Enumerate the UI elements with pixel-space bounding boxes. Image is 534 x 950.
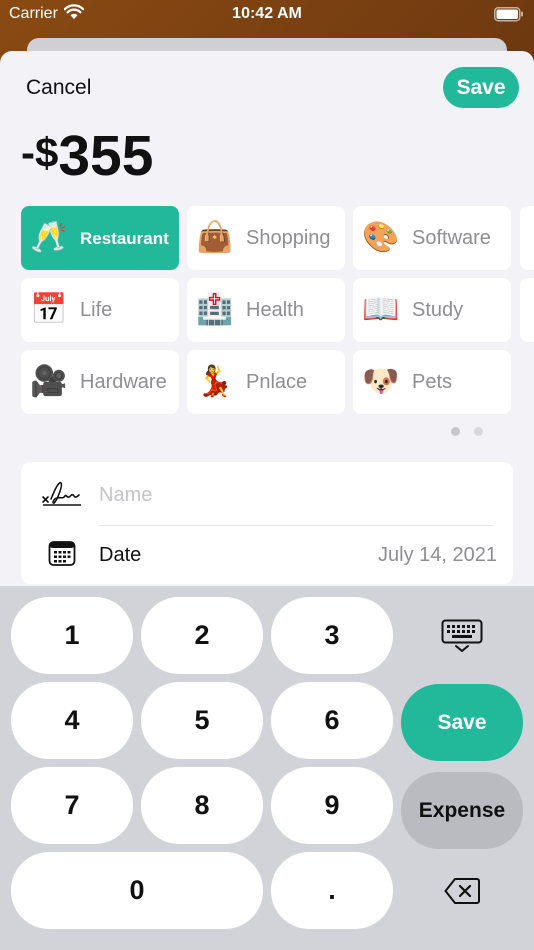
category-health[interactable]: 🏥 Health (187, 278, 345, 342)
category-software[interactable]: 🎨 Software (353, 206, 511, 270)
handbag-icon: 👜 (196, 221, 234, 254)
palette-icon: 🎨 (362, 221, 400, 254)
key-decimal[interactable]: . (271, 852, 393, 929)
book-icon: 📖 (362, 293, 400, 326)
calendar-icon: 📅 (30, 293, 68, 326)
page-dot[interactable] (451, 427, 460, 436)
key-3[interactable]: 3 (271, 597, 393, 674)
key-2[interactable]: 2 (141, 597, 263, 674)
key-4[interactable]: 4 (11, 682, 133, 759)
keyboard-dismiss-icon[interactable] (401, 597, 523, 674)
page-indicator[interactable] (451, 427, 483, 436)
category-label: Hardware (80, 370, 167, 393)
status-bar: Carrier 10:42 AM (0, 0, 534, 30)
category-shopping[interactable]: 👜 Shopping (187, 206, 345, 270)
category-label: Software (412, 226, 491, 249)
category-label: Restaurant (80, 228, 169, 248)
category-pets[interactable]: 🐶 Pets (353, 350, 511, 414)
key-7[interactable]: 7 (11, 767, 133, 844)
date-value[interactable]: July 14, 2021 (378, 544, 497, 567)
calendar-icon (48, 539, 76, 572)
category-label: Study (412, 298, 464, 321)
category-label: Pets (412, 370, 453, 393)
category-hardware[interactable]: 🎥 Hardware (21, 350, 179, 414)
key-1[interactable]: 1 (11, 597, 133, 674)
hospital-icon: 🏥 (196, 293, 234, 326)
movie-camera-icon: 🎥 (30, 365, 68, 398)
key-8[interactable]: 8 (141, 767, 263, 844)
category-pnlace[interactable]: 💃 Pnlace (187, 350, 345, 414)
key-0[interactable]: 0 (11, 852, 263, 929)
dancer-icon: 💃 (196, 365, 234, 398)
category-next-page-peek[interactable] (520, 278, 534, 342)
page-dot[interactable] (474, 427, 483, 436)
name-row (21, 464, 513, 525)
category-restaurant[interactable]: 🥂 Restaurant (21, 206, 179, 270)
category-label: Life (80, 298, 113, 321)
date-row[interactable]: Date July 14, 2021 (21, 525, 513, 586)
key-9[interactable]: 9 (271, 767, 393, 844)
category-grid: 🥂 Restaurant 👜 Shopping 🎨 Software 📅 Lif… (21, 206, 534, 416)
category-label: Shopping (246, 226, 331, 249)
save-button[interactable]: Save (443, 67, 519, 108)
key-5[interactable]: 5 (141, 682, 263, 759)
category-next-page-peek[interactable] (520, 206, 534, 270)
category-life[interactable]: 📅 Life (21, 278, 179, 342)
date-label: Date (99, 544, 142, 566)
name-input[interactable] (99, 478, 489, 512)
keypad-save-button[interactable]: Save (401, 684, 523, 761)
details-form: Date July 14, 2021 (21, 462, 513, 584)
category-study[interactable]: 📖 Study (353, 278, 511, 342)
numeric-keypad: 1 2 3 4 5 6 Save 7 8 9 Expense 0 . (0, 586, 534, 950)
champagne-icon: 🥂 (30, 221, 68, 254)
category-label: Health (246, 298, 304, 321)
category-label: Pnlace (246, 370, 308, 393)
signature-icon (41, 477, 83, 512)
amount-sign: -$ (21, 129, 59, 176)
key-6[interactable]: 6 (271, 682, 393, 759)
cancel-button[interactable]: Cancel (26, 76, 91, 100)
amount-display: -$ 355 (21, 123, 153, 189)
backspace-icon[interactable] (401, 852, 523, 929)
dog-icon: 🐶 (362, 365, 400, 398)
amount-value: 355 (58, 124, 154, 188)
status-time: 10:42 AM (232, 5, 302, 22)
battery-icon (494, 7, 524, 27)
transaction-type-toggle[interactable]: Expense (401, 772, 523, 849)
